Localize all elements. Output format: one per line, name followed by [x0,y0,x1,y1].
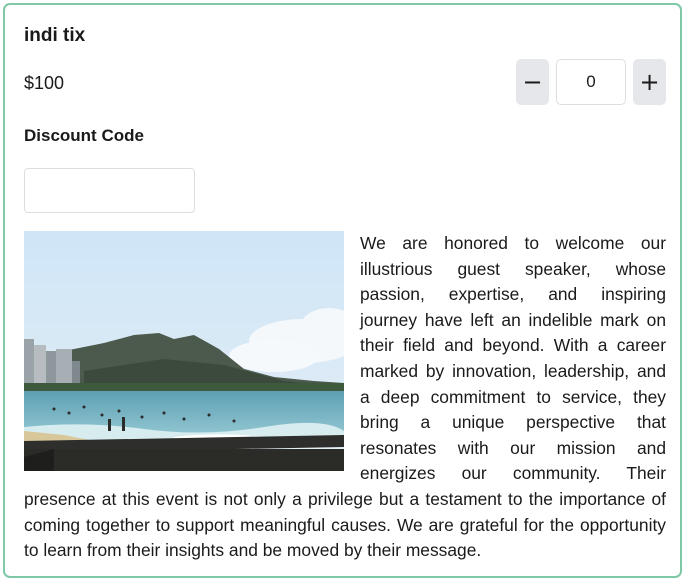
beach-photo [24,231,344,471]
event-description: We are honored to welcome our illustriou… [24,231,666,564]
minus-icon: − [522,68,543,96]
discount-code-input[interactable] [24,168,195,213]
quantity-input[interactable] [556,59,626,105]
ticket-card: indi tix $100 − + Discount Code [3,3,682,578]
ticket-price: $100 [24,73,65,93]
ticket-name: indi tix [24,25,86,46]
increment-button[interactable]: + [633,59,666,105]
decrement-button[interactable]: − [516,59,549,105]
plus-icon: + [639,68,660,96]
discount-code-label: Discount Code [24,126,144,145]
